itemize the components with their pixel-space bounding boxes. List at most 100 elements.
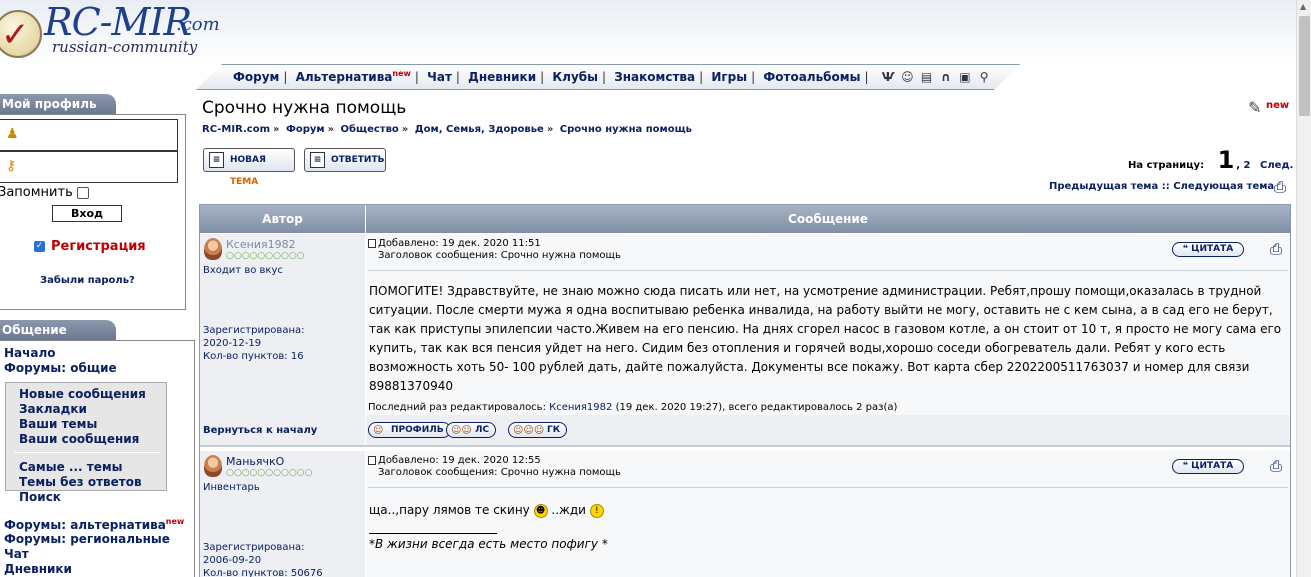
remember-row: Запомнить (0, 185, 89, 200)
pm-users-icon: ☺☺ (451, 425, 472, 436)
sidebar-link-your-messages[interactable]: Ваши сообщения (19, 432, 139, 446)
profile-panel: ♟ ⚷ Запомнить Вход ✓ Регистрация Забыли п… (0, 114, 186, 310)
users-icon[interactable]: ☺ (900, 70, 915, 85)
breadcrumb-home-family[interactable]: Дом, Семья, Здоровье (415, 124, 544, 135)
registered-label: Зарегистрирована: (203, 325, 305, 336)
page-title: Срочно нужна помощь (202, 98, 407, 118)
scroll-thumb[interactable] (1299, 16, 1310, 116)
remember-checkbox[interactable] (76, 186, 89, 199)
reply-document-icon: ≡ (310, 152, 325, 168)
post-date: Добавлено: 19 дек. 2020 12:55 (378, 455, 541, 466)
quote-button[interactable]: ❝ ЦИТАТА (1172, 242, 1244, 257)
next-topic-link[interactable]: Следующая тема (1173, 181, 1274, 192)
back-to-top-link[interactable]: Вернуться к началу (203, 425, 317, 436)
remember-label: Запомнить (0, 185, 73, 200)
members-icon[interactable]: Ѱ (881, 70, 896, 85)
breadcrumb-forum[interactable]: Форум (286, 124, 325, 135)
registered-date: 2020-12-19 (203, 338, 262, 349)
checkmark-icon: ✓ (34, 241, 45, 252)
vertical-scrollbar[interactable]: ▲ (1296, 0, 1311, 577)
search-icon[interactable]: ⚲ (977, 70, 992, 85)
profile-button[interactable]: ☺ ПРОФИЛЬ (368, 422, 451, 438)
rank-dots: ○○○○○○○○○○○ (226, 468, 313, 478)
new-topic-button[interactable]: ≡ НОВАЯ ТЕМА (203, 148, 295, 187)
nav-forum[interactable]: Форум (233, 70, 279, 84)
post-body-panel: Добавлено: 19 дек. 2020 11:51 Заголовок … (366, 234, 1290, 415)
post-divider (368, 487, 1288, 488)
sidebar-link-regional-forums[interactable]: Форумы: региональные (4, 532, 170, 546)
post-divider (368, 270, 1288, 271)
post-author-name[interactable]: МаньячкО (226, 455, 284, 468)
key-icon: ⚷ (6, 158, 17, 174)
printer-icon[interactable]: ⎙ (1274, 178, 1286, 196)
nav-games[interactable]: Игры (711, 70, 747, 84)
sidebar-link-new-messages[interactable]: Новые сообщения (19, 387, 146, 401)
register-link[interactable]: Регистрация (51, 239, 146, 254)
community-panel: Начало Форумы: общие Новые сообщения Зак… (0, 340, 195, 577)
new-badge: new (165, 517, 185, 526)
female-user-icon (204, 455, 222, 477)
username-field[interactable]: ♟ (0, 119, 178, 151)
calendar-icon[interactable]: ▤ (919, 70, 934, 85)
new-badge: new (1266, 100, 1290, 111)
registration-info: Зарегистрирована: 2006-09-20 Кол-во пунк… (203, 541, 323, 577)
current-page: 1 (1217, 146, 1235, 174)
post-separator (200, 445, 1290, 447)
post-document-icon (368, 455, 376, 465)
nav-clubs[interactable]: Клубы (552, 70, 598, 84)
new-badge: new (392, 69, 411, 78)
breadcrumb-topic[interactable]: Срочно нужна помощь (560, 124, 692, 135)
sidebar-link-unanswered[interactable]: Темы без ответов (19, 475, 142, 489)
sidebar-link-chat[interactable]: Чат (4, 547, 29, 561)
tv-icon[interactable]: ▣ (957, 70, 972, 85)
scroll-up-icon[interactable]: ▲ (1300, 2, 1306, 11)
points-count: Кол-во пунктов: 16 (203, 351, 304, 362)
nav-chat[interactable]: Чат (427, 70, 452, 84)
page-2-link[interactable]: 2 (1244, 160, 1251, 171)
reply-button[interactable]: ≡ ОТВЕТИТЬ (304, 148, 386, 172)
post-body-panel: Добавлено: 19 дек. 2020 12:55 Заголовок … (366, 451, 1290, 577)
profile-icon: ☺ (373, 425, 384, 436)
breadcrumb-society[interactable]: Общество (341, 124, 399, 135)
sidebar-link-alt-forums[interactable]: Форумы: альтернативаnew (4, 517, 184, 532)
gk-button[interactable]: ☺☺☺ ГК (508, 422, 568, 438)
sidebar-link-search[interactable]: Поиск (19, 490, 61, 504)
nav-dating[interactable]: Знакомства (614, 70, 695, 84)
prev-topic-link[interactable]: Предыдущая тема (1049, 181, 1158, 192)
login-button[interactable]: Вход (52, 205, 122, 222)
submenu-divider (14, 452, 160, 453)
post-subject: Заголовок сообщения: Срочно нужна помощь (378, 467, 621, 478)
nav-alternative[interactable]: Альтернатива (296, 70, 393, 84)
private-message-button[interactable]: ☺☺ ЛС (446, 422, 497, 438)
next-page-link[interactable]: След. (1254, 160, 1293, 171)
sidebar-link-home[interactable]: Начало (4, 346, 56, 360)
nav-diaries[interactable]: Дневники (468, 70, 536, 84)
print-post-icon[interactable]: ⎙ (1270, 240, 1282, 258)
community-panel-title: Общение (0, 320, 116, 340)
signature-divider (369, 533, 497, 534)
post-subject: Заголовок сообщения: Срочно нужна помощь (378, 250, 621, 261)
sidebar-link-bookmarks[interactable]: Закладки (19, 402, 87, 416)
post-author-name[interactable]: Ксения1982 (226, 238, 296, 251)
post-date: Добавлено: 19 дек. 2020 11:51 (378, 238, 541, 249)
quote-button[interactable]: ❝ ЦИТАТА (1172, 459, 1244, 474)
rank-dots: ○○○○○○○○○○ (226, 251, 305, 261)
registered-label: Зарегистрирована: (203, 542, 305, 553)
logo-check-icon[interactable]: ✓ (0, 10, 42, 58)
headphones-icon[interactable]: ∩ (938, 70, 953, 85)
sidebar-link-your-topics[interactable]: Ваши темы (19, 417, 97, 431)
password-field[interactable]: ⚷ (0, 151, 178, 183)
sidebar-link-general-forums[interactable]: Форумы: общие (4, 361, 117, 375)
post-author-panel: Ксения1982 ○○○○○○○○○○ Входит во вкус Зар… (200, 234, 365, 415)
pencil-icon[interactable]: ✎ (1248, 98, 1261, 117)
topic-navigation: Предыдущая тема :: Следующая тема (1049, 181, 1275, 192)
points-count: Кол-во пунктов: 50676 (203, 568, 323, 577)
post-author-panel: МаньячкО ○○○○○○○○○○○ Инвентарь Зарегистр… (200, 451, 365, 577)
sidebar-link-top-topics[interactable]: Самые ... темы (19, 460, 123, 474)
edit-author-link[interactable]: Ксения1982 (549, 402, 612, 413)
nav-photo-albums[interactable]: Фотоальбомы (763, 70, 860, 84)
print-post-icon[interactable]: ⎙ (1270, 457, 1282, 475)
breadcrumb-home[interactable]: RC-MIR.com (202, 124, 270, 135)
sidebar-link-diaries[interactable]: Дневники (4, 562, 72, 576)
forgot-password-link[interactable]: Забыли пароль? (40, 275, 135, 286)
